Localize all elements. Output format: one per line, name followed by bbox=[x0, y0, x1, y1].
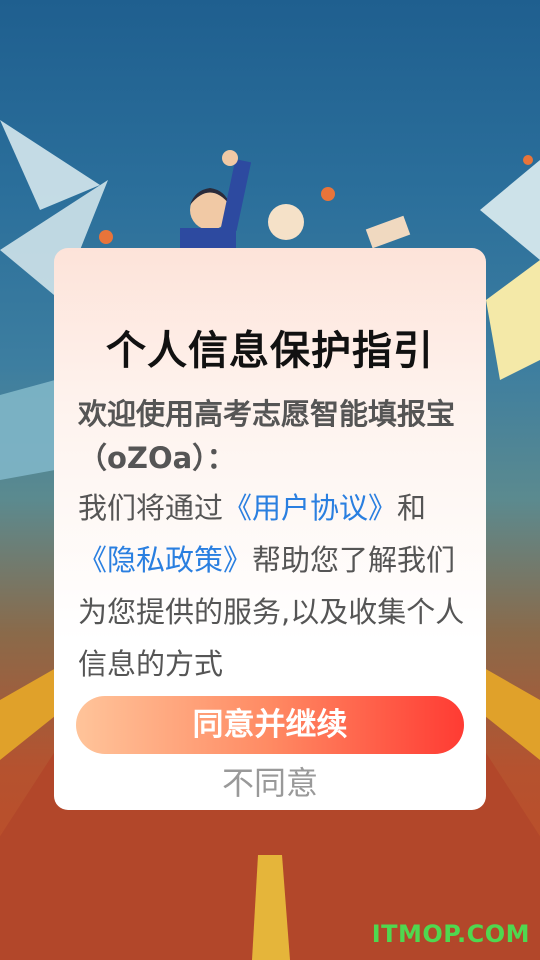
disagree-button[interactable]: 不同意 bbox=[76, 760, 464, 806]
character-arm bbox=[220, 159, 252, 231]
splash-screen: 个人信息保护指引 欢迎使用高考志愿智能填报宝 （oZOa）： 我们将通过《用户协… bbox=[0, 0, 540, 960]
privacy-policy-link[interactable]: 《隐私政策》 bbox=[78, 543, 252, 577]
site-watermark: ITMOP.COM bbox=[371, 920, 530, 948]
dot-orange-2 bbox=[99, 230, 113, 244]
dot-orange bbox=[321, 187, 335, 201]
character-hand bbox=[222, 150, 238, 166]
character-two-flag bbox=[365, 215, 411, 249]
book-shape bbox=[0, 380, 55, 480]
body-prefix: 我们将通过 bbox=[78, 491, 224, 525]
dot-orange-3 bbox=[523, 155, 533, 165]
dialog-title: 个人信息保护指引 bbox=[106, 328, 434, 374]
user-agreement-link[interactable]: 《用户协议》 bbox=[223, 491, 397, 525]
dialog-body: 我们将通过《用户协议》和《隐私政策》帮助您了解我们为您提供的服务,以及收集个人信… bbox=[78, 482, 470, 690]
body-and: 和 bbox=[397, 491, 427, 525]
welcome-text: 欢迎使用高考志愿智能填报宝 （oZOa）： bbox=[78, 397, 456, 475]
agree-continue-button[interactable]: 同意并继续 bbox=[76, 696, 464, 754]
character-two bbox=[268, 204, 304, 240]
paper-plane-right bbox=[480, 160, 540, 260]
